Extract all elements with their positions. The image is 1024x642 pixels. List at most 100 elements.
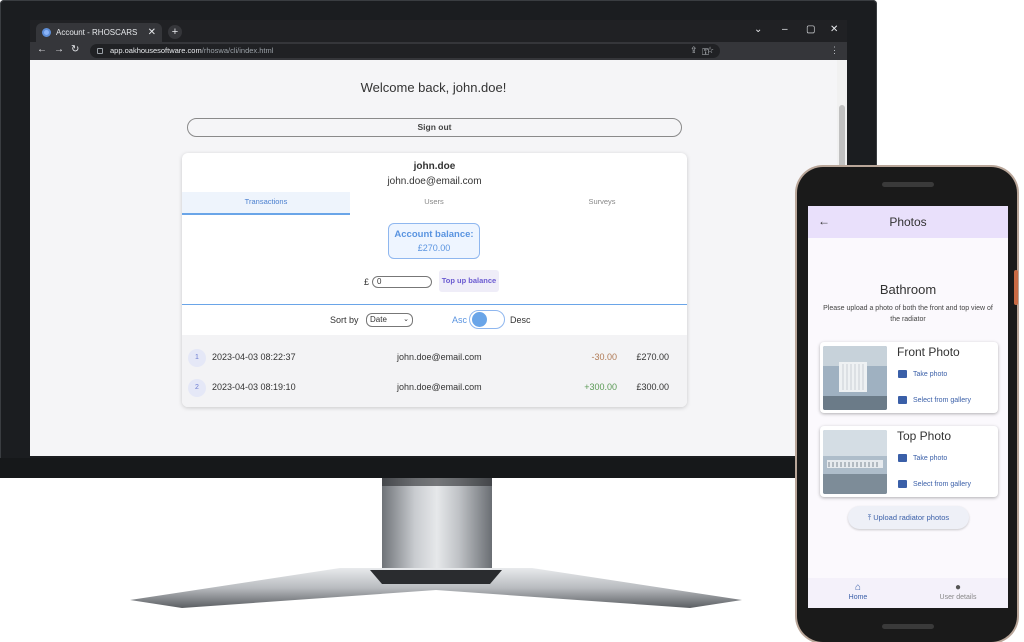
- account-card: john.doe john.doe@email.com Transactions…: [182, 153, 687, 407]
- phone-side-button: [1014, 270, 1018, 305]
- sort-order-toggle[interactable]: [469, 310, 505, 329]
- monitor-chin: [0, 458, 877, 478]
- address-bar[interactable]: app.oakhousesoftware.com/rhoswa/cli/inde…: [90, 44, 720, 58]
- tab-bar: Account - RHOSCARS ✕ + ⌄ – ▢ ✕: [30, 20, 847, 42]
- welcome-heading: Welcome back, john.doe!: [360, 80, 507, 95]
- browser-tab[interactable]: Account - RHOSCARS ✕: [36, 23, 162, 42]
- phone-bottom-speaker: [882, 624, 934, 629]
- upload-label: Upload radiator photos: [873, 513, 950, 522]
- image-icon: [898, 396, 907, 404]
- bottom-nav: ⌂ Home ● User details: [808, 578, 1008, 608]
- top-up-row: £ 0 Top up balance: [182, 270, 687, 294]
- transaction-date: 2023-04-03 08:19:10: [212, 382, 296, 392]
- sort-by-label: Sort by: [330, 315, 359, 325]
- transactions-list: 1 2023-04-03 08:22:37 john.doe@email.com…: [182, 335, 687, 407]
- person-icon: ●: [954, 582, 962, 593]
- front-photo-card: Front Photo Take photo Select from galle…: [820, 342, 998, 413]
- lock-icon: [97, 48, 103, 54]
- select-from-gallery-button[interactable]: Select from gallery: [898, 396, 971, 404]
- sort-select[interactable]: Date ⌄: [366, 313, 413, 327]
- tab-transactions[interactable]: Transactions: [182, 192, 350, 215]
- balance-value: £270.00: [417, 243, 451, 253]
- sort-select-value: Date: [370, 315, 387, 324]
- tab-surveys[interactable]: Surveys: [518, 192, 686, 215]
- monitor-stand-base: [130, 568, 742, 608]
- gallery-label: Select from gallery: [913, 396, 971, 404]
- transaction-email: john.doe@email.com: [397, 382, 482, 392]
- take-photo-label: Take photo: [913, 454, 948, 462]
- instructions-text: Please upload a photo of both the front …: [823, 305, 993, 323]
- image-icon: [898, 480, 907, 488]
- balance-label: Account balance:: [394, 229, 474, 240]
- account-tabs: Transactions Users Surveys: [182, 192, 687, 215]
- user-email: john.doe@email.com: [387, 176, 482, 187]
- gallery-label: Select from gallery: [913, 480, 971, 488]
- nav-user-details[interactable]: ● User details: [908, 582, 1008, 601]
- chevron-down-icon[interactable]: ⌄: [754, 24, 762, 35]
- take-photo-button[interactable]: Take photo: [898, 454, 947, 462]
- asc-label: Asc: [452, 315, 468, 325]
- forward-icon[interactable]: →: [54, 44, 64, 55]
- app-bar-title: Photos: [889, 215, 927, 229]
- top-up-amount-input[interactable]: 0: [372, 276, 432, 288]
- monitor-neck: [382, 478, 492, 570]
- home-icon: ⌂: [854, 582, 862, 593]
- toggle-knob: [472, 312, 487, 327]
- reload-icon[interactable]: ↻: [71, 44, 79, 55]
- web-page: Welcome back, john.doe! Sign out john.do…: [30, 60, 837, 456]
- monitor-neck-shadow: [382, 478, 492, 486]
- top-up-balance-button[interactable]: Top up balance: [439, 270, 499, 292]
- transaction-amount: -30.00: [591, 352, 617, 362]
- phone-screen: ← Photos Bathroom Please upload a photo …: [808, 206, 1008, 608]
- restore-icon[interactable]: ▢: [806, 24, 815, 35]
- table-row[interactable]: 1 2023-04-03 08:22:37 john.doe@email.com…: [182, 343, 687, 373]
- transaction-date: 2023-04-03 08:22:37: [212, 352, 296, 362]
- card-title: Front Photo: [897, 345, 960, 359]
- desc-label: Desc: [510, 315, 531, 325]
- camera-icon: [898, 454, 907, 462]
- take-photo-button[interactable]: Take photo: [898, 370, 947, 378]
- new-tab-button[interactable]: +: [168, 25, 182, 39]
- app-bar: ← Photos: [808, 206, 1008, 238]
- menu-icon[interactable]: ⋮: [830, 45, 839, 56]
- top-photo-card: Top Photo Take photo Select from gallery: [820, 426, 998, 497]
- tab-title: Account - RHOSCARS: [56, 28, 138, 37]
- camera-icon: [898, 370, 907, 378]
- chevron-down-icon: ⌄: [403, 316, 409, 323]
- back-icon[interactable]: ←: [37, 44, 47, 55]
- username: john.doe: [413, 161, 456, 172]
- nav-home[interactable]: ⌂ Home: [808, 582, 908, 601]
- url-host: app.oakhousesoftware.com: [110, 46, 202, 55]
- top-radiator-thumbnail: [823, 430, 887, 494]
- url-path: /rhoswa/cli/index.html: [201, 46, 274, 55]
- card-title: Top Photo: [897, 429, 952, 443]
- transaction-balance: £300.00: [636, 382, 669, 392]
- front-radiator-thumbnail: [823, 346, 887, 410]
- transaction-balance: £270.00: [636, 352, 669, 362]
- phone-speaker: [882, 182, 934, 187]
- room-title: Bathroom: [879, 282, 937, 297]
- row-number: 1: [188, 349, 206, 367]
- minimize-icon[interactable]: –: [782, 24, 788, 35]
- account-balance-box: Account balance: £270.00: [388, 223, 480, 259]
- sort-row: Sort by Date ⌄ Asc Desc: [182, 305, 687, 335]
- browser-toolbar: ← → ↻ app.oakhousesoftware.com/rhoswa/cl…: [30, 42, 847, 60]
- tab-users[interactable]: Users: [350, 192, 518, 215]
- browser-window: Account - RHOSCARS ✕ + ⌄ – ▢ ✕ ← → ↻ app…: [30, 20, 847, 456]
- star-icon[interactable]: ☆: [706, 45, 714, 56]
- row-number: 2: [188, 379, 206, 397]
- tab-close-icon[interactable]: ✕: [148, 27, 156, 38]
- table-row[interactable]: 2 2023-04-03 08:19:10 john.doe@email.com…: [182, 373, 687, 403]
- nav-home-label: Home: [848, 594, 868, 601]
- currency-symbol: £: [364, 277, 370, 287]
- window-close-icon[interactable]: ✕: [830, 24, 838, 35]
- take-photo-label: Take photo: [913, 370, 948, 378]
- sign-out-button[interactable]: Sign out: [187, 118, 682, 137]
- transaction-amount: +300.00: [584, 382, 617, 392]
- favicon-icon: [42, 28, 51, 37]
- transaction-email: john.doe@email.com: [397, 352, 482, 362]
- select-from-gallery-button[interactable]: Select from gallery: [898, 480, 971, 488]
- share-icon[interactable]: ⇪: [690, 45, 698, 56]
- stage: { "browser": { "tab_title": "Account - R…: [0, 0, 1024, 642]
- upload-radiator-photos-button[interactable]: ⤒ Upload radiator photos: [848, 506, 969, 529]
